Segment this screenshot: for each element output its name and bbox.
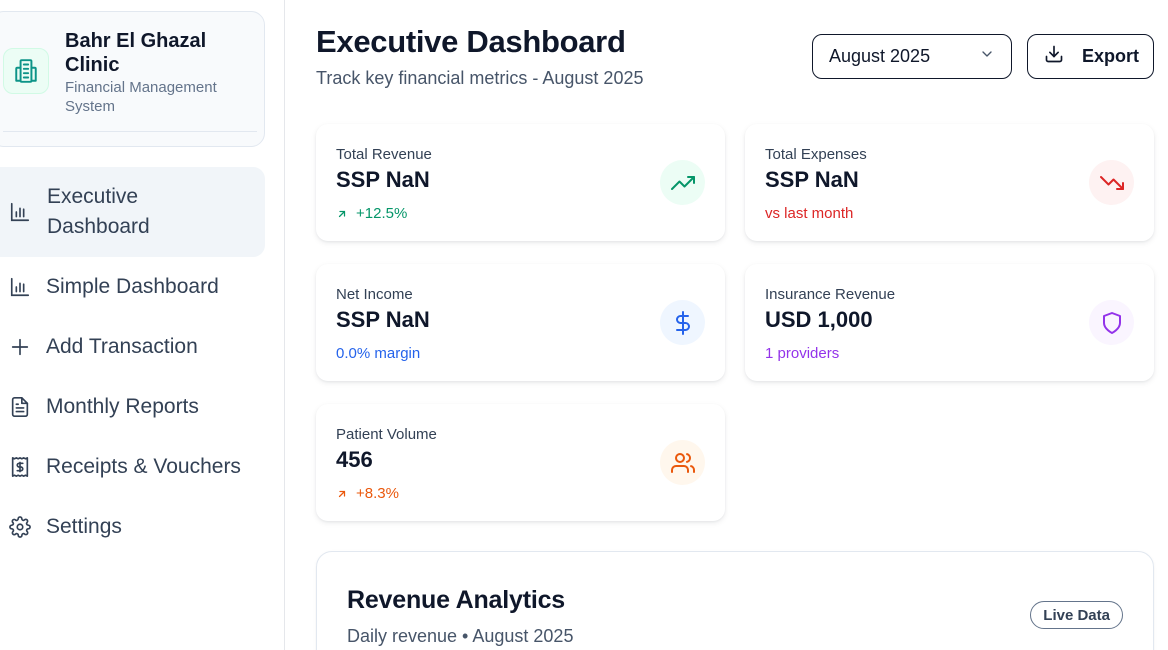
clinic-building-icon [3, 48, 49, 94]
kpi-change-text: +12.5% [356, 205, 408, 222]
plus-icon [8, 335, 32, 359]
kpi-label: Total Expenses [765, 146, 867, 163]
kpi-label: Patient Volume [336, 426, 437, 443]
sidebar-item-label: Settings [46, 515, 122, 538]
panel-title: Revenue Analytics [347, 586, 565, 614]
sidebar-item-receipts-vouchers[interactable]: Receipts & Vouchers [0, 437, 265, 497]
revenue-analytics-panel: Revenue Analytics Daily revenue • August… [316, 551, 1154, 650]
page-title: Executive Dashboard [316, 24, 626, 59]
sidebar-nav: Executive Dashboard Simple Dashboard Add… [0, 167, 265, 557]
brand-divider [3, 131, 257, 132]
panel-subtitle: Daily revenue • August 2025 [347, 626, 574, 646]
kpi-card-total-revenue[interactable]: Total Revenue SSP NaN +12.5% [316, 124, 725, 241]
month-select-value: August 2025 [829, 46, 931, 66]
kpi-change: 0.0% margin [336, 345, 420, 362]
gear-icon [8, 515, 32, 539]
brand-card: Bahr El Ghazal Clinic Financial Manageme… [0, 11, 265, 147]
kpi-label: Total Revenue [336, 146, 432, 163]
document-icon [8, 395, 32, 419]
chevron-down-icon [979, 46, 995, 67]
bar-chart-icon [8, 275, 32, 299]
sidebar-item-monthly-reports[interactable]: Monthly Reports [0, 377, 265, 437]
kpi-card-total-expenses[interactable]: Total Expenses SSP NaN vs last month [745, 124, 1154, 241]
arrow-up-right-icon [336, 208, 348, 220]
sidebar-item-label: Receipts & Vouchers [46, 455, 241, 478]
bar-chart-icon [8, 200, 32, 224]
kpi-label: Net Income [336, 286, 413, 303]
kpi-label: Insurance Revenue [765, 286, 896, 303]
clinic-name: Bahr El Ghazal Clinic [65, 30, 207, 76]
kpi-change: +8.3% [336, 485, 399, 502]
live-data-badge: Live Data [1030, 601, 1123, 629]
sidebar-item-simple-dashboard[interactable]: Simple Dashboard [0, 257, 265, 317]
export-label: Export [1081, 46, 1139, 66]
sidebar-item-executive-dashboard[interactable]: Executive Dashboard [0, 167, 265, 257]
download-icon [1044, 44, 1064, 69]
page-subtitle: Track key financial metrics - August 202… [316, 68, 644, 88]
arrow-up-right-icon [336, 488, 348, 500]
kpi-value: 456 [336, 447, 373, 472]
sidebar-item-label: Add Transaction [46, 335, 198, 358]
month-select[interactable]: August 2025 [812, 34, 1012, 79]
users-icon [660, 440, 705, 485]
kpi-change: +12.5% [336, 205, 407, 222]
kpi-change-text: vs last month [765, 205, 854, 222]
kpi-card-net-income[interactable]: Net Income SSP NaN 0.0% margin [316, 264, 725, 381]
sidebar-item-label: Executive Dashboard [47, 185, 150, 238]
sidebar-item-label: Simple Dashboard [46, 275, 219, 298]
kpi-card-patient-volume[interactable]: Patient Volume 456 +8.3% [316, 404, 725, 521]
kpi-value: USD 1,000 [765, 307, 873, 332]
export-button[interactable]: Export [1027, 34, 1154, 79]
sidebar-item-settings[interactable]: Settings [0, 497, 265, 557]
main-content: Executive Dashboard Track key financial … [286, 0, 1168, 650]
kpi-value: SSP NaN [336, 167, 430, 192]
sidebar-item-label: Monthly Reports [46, 395, 199, 418]
shield-icon [1089, 300, 1134, 345]
kpi-value: SSP NaN [765, 167, 859, 192]
kpi-change-text: +8.3% [356, 485, 399, 502]
kpi-change-text: 1 providers [765, 345, 840, 362]
trending-up-icon [660, 160, 705, 205]
receipt-icon [8, 455, 32, 479]
kpi-value: SSP NaN [336, 307, 430, 332]
sidebar: Bahr El Ghazal Clinic Financial Manageme… [0, 0, 285, 650]
clinic-subtitle: Financial Management System [65, 79, 217, 115]
kpi-card-insurance-revenue[interactable]: Insurance Revenue USD 1,000 1 providers [745, 264, 1154, 381]
trending-down-icon [1089, 160, 1134, 205]
sidebar-item-add-transaction[interactable]: Add Transaction [0, 317, 265, 377]
kpi-change: vs last month [765, 205, 853, 222]
dollar-icon [660, 300, 705, 345]
kpi-change: 1 providers [765, 345, 839, 362]
kpi-change-text: 0.0% margin [336, 345, 421, 362]
